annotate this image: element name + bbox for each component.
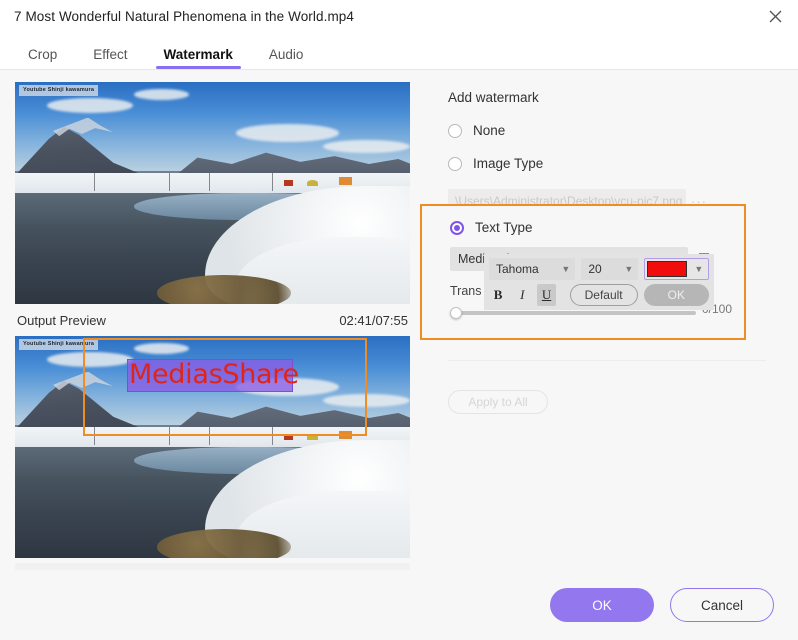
bold-button[interactable]: B [489, 284, 507, 306]
tab-watermark[interactable]: Watermark [154, 48, 243, 70]
option-text-type-label: Text Type [475, 220, 533, 235]
tab-watermark-label: Watermark [164, 47, 233, 62]
close-button[interactable] [752, 0, 798, 32]
output-preview[interactable]: Youtube Shinji kawamura MediasShare [15, 336, 410, 558]
option-text-type[interactable]: Text Type [450, 220, 744, 235]
option-image-type[interactable]: Image Type [448, 156, 774, 171]
transparency-knob[interactable] [450, 307, 462, 319]
font-style-popup: Tahoma ▼ 20 ▼ ▼ B I U Defa [484, 254, 714, 310]
option-none-label: None [473, 123, 505, 138]
ok-button[interactable]: OK [550, 588, 654, 622]
transparency-label: Trans [450, 284, 482, 298]
apply-to-all-button[interactable]: Apply to All [448, 390, 548, 414]
font-size-value: 20 [588, 262, 601, 276]
chevron-down-icon: ▼ [694, 264, 703, 274]
playback-timestamp: 02:41/07:55 [339, 313, 408, 328]
title-bar: 7 Most Wonderful Natural Phenomena in th… [0, 0, 798, 32]
main-content: Youtube Shinji kawamura Output Preview 0… [0, 70, 798, 640]
font-family-value: Tahoma [496, 262, 539, 276]
tab-bar: Crop Effect Watermark Audio [0, 32, 798, 70]
cancel-button[interactable]: Cancel [670, 588, 774, 622]
italic-button[interactable]: I [513, 284, 531, 306]
text-type-group: Text Type Trans 0/100 [420, 204, 746, 340]
underline-button[interactable]: U [537, 284, 555, 306]
close-icon [769, 10, 782, 23]
window-title: 7 Most Wonderful Natural Phenomena in th… [14, 9, 354, 24]
font-family-select[interactable]: Tahoma ▼ [489, 258, 575, 280]
output-preview-label: Output Preview [17, 313, 106, 328]
color-swatch [647, 261, 687, 277]
source-watermark-badge: Youtube Shinji kawamura [19, 85, 98, 96]
radio-image-type[interactable] [448, 157, 462, 171]
source-preview[interactable]: Youtube Shinji kawamura [15, 82, 410, 304]
watermark-overlay-text[interactable]: MediasShare [129, 357, 299, 393]
radio-none[interactable] [448, 124, 462, 138]
dialog-footer: OK Cancel [0, 570, 798, 640]
font-popup-row-top: Tahoma ▼ 20 ▼ ▼ [489, 258, 709, 280]
font-ok-button[interactable]: OK [644, 284, 709, 306]
transparency-track [450, 311, 696, 315]
option-image-type-label: Image Type [473, 156, 543, 171]
source-preview-image [15, 82, 410, 304]
tab-effect-label: Effect [93, 47, 127, 62]
settings-divider [448, 360, 766, 361]
default-button[interactable]: Default [570, 284, 638, 306]
chevron-down-icon: ▼ [624, 264, 633, 274]
tab-effect[interactable]: Effect [83, 48, 137, 70]
watermark-settings-pane: Add watermark None Image Type \Users\Adm… [420, 70, 798, 640]
tab-crop[interactable]: Crop [18, 48, 67, 70]
option-none[interactable]: None [448, 123, 774, 138]
add-watermark-title: Add watermark [448, 90, 774, 105]
tab-audio[interactable]: Audio [259, 48, 314, 70]
output-preview-header: Output Preview 02:41/07:55 [15, 304, 410, 336]
preview-pane: Youtube Shinji kawamura Output Preview 0… [0, 70, 420, 640]
chevron-down-icon: ▼ [561, 264, 570, 274]
tab-crop-label: Crop [28, 47, 57, 62]
font-popup-row-bottom: B I U Default OK [489, 284, 709, 306]
font-color-select[interactable]: ▼ [644, 258, 709, 280]
tab-audio-label: Audio [269, 47, 304, 62]
radio-text-type[interactable] [450, 221, 464, 235]
font-size-select[interactable]: 20 ▼ [581, 258, 638, 280]
